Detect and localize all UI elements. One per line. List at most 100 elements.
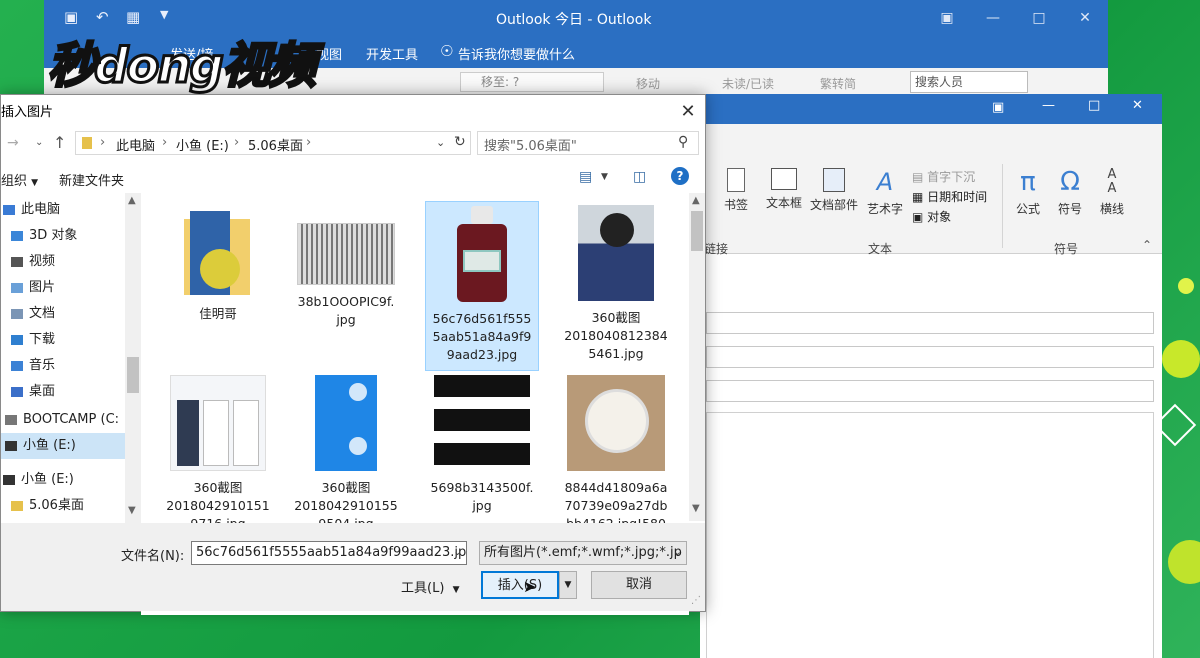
tree-item[interactable]: 视频 xyxy=(1,249,127,275)
file-name-line: 2018042910155 xyxy=(294,498,398,513)
collapse-ribbon-icon[interactable]: ⌃ xyxy=(1142,238,1152,252)
qat-dropdown-icon[interactable]: ▼ xyxy=(160,8,168,21)
file-item[interactable]: 38b1OOOPIC9f. jpg xyxy=(289,205,403,335)
ribbon-display-icon[interactable]: ▣ xyxy=(992,100,1004,115)
tree-item[interactable]: 5.06桌面 xyxy=(1,493,127,519)
tell-me-box[interactable]: 告诉我你想要做什么 xyxy=(458,44,575,63)
tools-button[interactable]: 工具(L) ▼ xyxy=(401,577,460,596)
tree-item[interactable]: BOOTCAMP (C: xyxy=(1,407,127,433)
minimize-icon[interactable]: — xyxy=(970,0,1016,36)
tree-item[interactable]: 桌面 xyxy=(1,379,127,405)
file-name-line: 5698b3143500f. xyxy=(430,480,534,495)
scroll-up-icon[interactable]: ▲ xyxy=(128,195,136,206)
recent-dropdown-icon[interactable]: ⌄ xyxy=(35,137,43,148)
equation-button[interactable]: π 公式 xyxy=(1008,168,1048,217)
scroll-up-icon[interactable]: ▲ xyxy=(692,195,700,206)
maximize-icon[interactable]: □ xyxy=(1088,98,1100,113)
tab-developer[interactable]: 开发工具 xyxy=(366,44,418,63)
mouse-cursor-icon: ➤ xyxy=(523,577,537,596)
file-item[interactable]: 5698b3143500f. jpg xyxy=(425,371,539,521)
to-field[interactable] xyxy=(706,312,1154,334)
files-scrollbar[interactable]: ▲ ▼ xyxy=(689,193,705,521)
textbox-button[interactable]: 文本框 xyxy=(762,168,806,211)
filename-input[interactable]: 56c76d561f5555aab51a84a9f99aad23.jpg xyxy=(191,541,467,565)
tree-item[interactable]: 3D 对象 xyxy=(1,223,127,249)
minimize-icon[interactable]: — xyxy=(1042,98,1055,113)
tree-item[interactable]: 音乐 xyxy=(1,353,127,379)
save-icon[interactable]: ▣ xyxy=(64,8,78,26)
quick-parts-button[interactable]: 文档部件 xyxy=(806,168,862,213)
up-arrow-icon[interactable]: ↑ xyxy=(53,133,66,152)
drop-cap-button[interactable]: ▤ 首字下沉 xyxy=(912,168,975,185)
close-icon[interactable]: ✕ xyxy=(1062,0,1108,36)
unread-read-button[interactable]: 未读/已读 xyxy=(722,75,774,92)
tree-item[interactable]: 小鱼 (E:) xyxy=(1,433,127,459)
tree-item-label: 3D 对象 xyxy=(29,228,78,243)
breadcrumb-folder[interactable]: 5.06桌面 xyxy=(248,135,303,154)
preview-pane-icon[interactable]: ◫ xyxy=(633,169,646,185)
file-name-line: 360截图 xyxy=(193,480,243,495)
search-input[interactable]: 搜索"5.06桌面" ⚲ xyxy=(477,131,699,155)
help-icon[interactable]: ? xyxy=(671,167,689,185)
filetype-dropdown-icon[interactable]: ⌄ xyxy=(673,545,682,558)
ribbon-display-icon[interactable]: ▣ xyxy=(924,0,970,36)
tree-item[interactable]: 图片 xyxy=(1,275,127,301)
wordart-button[interactable]: A 艺术字 xyxy=(864,168,906,217)
scroll-thumb[interactable] xyxy=(127,357,139,393)
maximize-icon[interactable]: □ xyxy=(1016,0,1062,36)
scroll-thumb[interactable] xyxy=(691,211,703,251)
tree-scrollbar[interactable]: ▲ ▼ xyxy=(125,193,141,523)
horizontal-line-button[interactable]: AA 横线 xyxy=(1092,168,1132,217)
filename-dropdown-icon[interactable]: ⌄ xyxy=(453,545,462,558)
address-dropdown-icon[interactable]: ⌄ xyxy=(436,136,445,149)
file-item[interactable]: 360截图20180429101519716.jpg xyxy=(161,371,275,539)
view-dropdown-icon[interactable]: ▼ xyxy=(601,172,608,182)
symbol-button[interactable]: Ω 符号 xyxy=(1050,168,1090,217)
subject-field[interactable] xyxy=(706,380,1154,402)
file-item[interactable]: 8844d41809a6a70739e09a27dbbb4162.jpg!580 xyxy=(559,371,673,539)
filetype-select[interactable]: 所有图片(*.emf;*.wmf;*.jpg;*.jp xyxy=(479,541,687,565)
date-time-button[interactable]: ▦ 日期和时间 xyxy=(912,188,987,205)
tree-item[interactable]: 文档 xyxy=(1,301,127,327)
tree-item[interactable]: 小鱼 (E:) xyxy=(1,467,127,493)
cancel-button[interactable]: 取消 xyxy=(591,571,687,599)
search-people-box[interactable]: 搜索人员 xyxy=(910,71,1028,93)
tree-item[interactable]: 此电脑 xyxy=(1,197,127,223)
refresh-icon[interactable]: ↻ xyxy=(454,134,466,150)
tree-item-label: 音乐 xyxy=(29,358,56,373)
traditional-simplified-button[interactable]: 繁转简 xyxy=(820,75,856,92)
close-icon[interactable]: ✕ xyxy=(1132,98,1143,113)
bookmark-icon xyxy=(727,168,745,192)
file-item[interactable]: 360截图 2018040812384 5461.jpg xyxy=(559,201,673,369)
address-bar[interactable]: › 此电脑 › 小鱼 (E:) › 5.06桌面 › ⌄ ↻ xyxy=(75,131,471,155)
search-icon[interactable]: ⚲ xyxy=(678,134,688,150)
new-folder-button[interactable]: 新建文件夹 xyxy=(59,170,124,189)
scroll-down-icon[interactable]: ▼ xyxy=(128,505,136,516)
resize-grip-icon[interactable]: ⋰ xyxy=(691,595,701,606)
insert-dropdown-button[interactable]: ▼ xyxy=(559,571,577,599)
move-button[interactable]: 移动 xyxy=(636,75,660,92)
forward-arrow-icon[interactable]: → xyxy=(7,135,19,151)
scroll-down-icon[interactable]: ▼ xyxy=(692,503,700,514)
file-item[interactable]: 佳明哥 xyxy=(161,205,275,329)
drive-icon xyxy=(3,474,15,485)
organize-button[interactable]: 组织 ▼ xyxy=(1,170,38,189)
breadcrumb-drive[interactable]: 小鱼 (E:) xyxy=(176,135,229,154)
close-icon[interactable]: ✕ xyxy=(677,101,699,123)
breadcrumb-this-pc[interactable]: 此电脑 xyxy=(116,135,155,154)
word-icon[interactable]: ▦ xyxy=(126,8,140,26)
insert-button[interactable]: 插入(S) xyxy=(481,571,559,599)
cc-field[interactable] xyxy=(706,346,1154,368)
undo-icon[interactable]: ↶ xyxy=(96,8,109,26)
view-options-icon[interactable]: ▤ xyxy=(579,169,592,185)
bookmark-button[interactable]: 书签 xyxy=(718,168,754,213)
folder-icon xyxy=(82,137,92,149)
message-body[interactable] xyxy=(706,412,1154,658)
move-to-box[interactable]: 移至: ? xyxy=(460,72,604,92)
tab-view[interactable]: 视图 xyxy=(316,44,342,63)
file-item[interactable]: 360截图20180429101559504.jpg xyxy=(289,371,403,539)
file-item[interactable]: 56c76d561f555 5aab51a84a9f9 9aad23.jpg xyxy=(425,201,539,371)
tree-item[interactable]: 下载 xyxy=(1,327,127,353)
object-button[interactable]: ▣ 对象 xyxy=(912,208,951,225)
file-name-line: jpg xyxy=(472,498,492,513)
